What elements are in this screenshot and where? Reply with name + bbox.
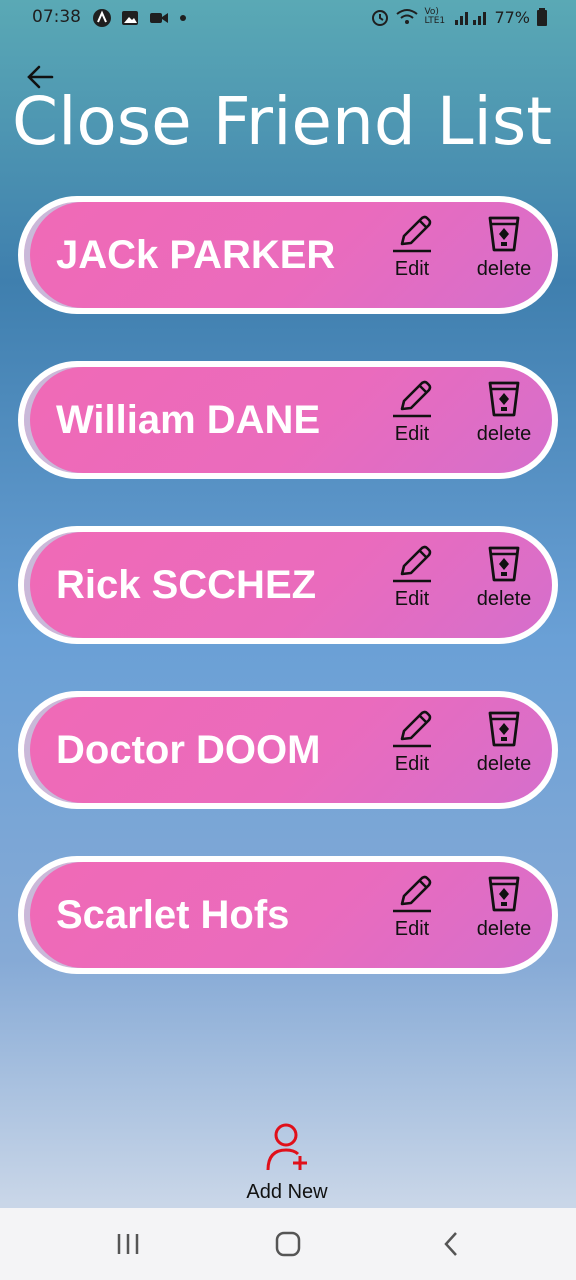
friend-card: William DANE Edit delete (18, 361, 558, 479)
recents-button[interactable] (108, 1228, 148, 1260)
delete-button[interactable]: delete (464, 544, 544, 628)
edit-label: Edit (394, 423, 430, 445)
edit-label: Edit (394, 918, 430, 940)
friend-card: Doctor DOOM Edit delete (18, 691, 558, 809)
add-new-label: Add New (246, 1181, 328, 1203)
friend-card: Scarlet Hofs Edit delete (18, 856, 558, 974)
delete-button[interactable]: delete (464, 379, 544, 463)
friend-name: JACk PARKER (56, 233, 336, 277)
edit-button[interactable]: Edit (372, 544, 452, 628)
delete-button[interactable]: delete (464, 214, 544, 298)
video-icon (150, 13, 168, 23)
delete-label: delete (476, 918, 532, 940)
gallery-icon (122, 11, 138, 25)
wifi-icon (396, 9, 419, 24)
network-label: Vo) LTE1 (424, 7, 446, 26)
battery-icon (537, 8, 547, 26)
status-time: 07:38 (32, 7, 81, 27)
trash-icon (488, 216, 520, 252)
edit-pencil-icon (393, 380, 432, 418)
nav-back-button[interactable] (430, 1228, 470, 1260)
delete-label: delete (476, 423, 532, 445)
trash-icon (488, 876, 520, 912)
signal-icon (455, 12, 487, 25)
delete-button[interactable]: delete (464, 874, 544, 958)
edit-button[interactable]: Edit (372, 874, 452, 958)
notification-icons (92, 8, 188, 28)
edit-pencil-icon (393, 545, 432, 583)
delete-label: delete (476, 753, 532, 775)
trash-icon (488, 381, 520, 417)
trash-icon (488, 711, 520, 747)
friend-name: Rick SCCHEZ (56, 563, 317, 607)
app-a-icon (93, 9, 111, 27)
friend-card: Rick SCCHEZ Edit delete (18, 526, 558, 644)
delete-label: delete (476, 588, 532, 610)
system-nav-bar (0, 1208, 576, 1280)
status-right: Vo) LTE1 77% (370, 7, 548, 27)
dot-icon (180, 15, 186, 21)
edit-button[interactable]: Edit (372, 709, 452, 793)
edit-label: Edit (394, 753, 430, 775)
friend-name: Scarlet Hofs (56, 893, 290, 937)
edit-pencil-icon (393, 710, 432, 748)
add-user-icon (266, 1123, 307, 1171)
friend-name: William DANE (56, 398, 321, 442)
add-new-button[interactable]: Add New (232, 1120, 342, 1204)
alarm-icon (372, 10, 389, 26)
friend-name: Doctor DOOM (56, 728, 321, 772)
battery-percent: 77% (494, 7, 530, 27)
edit-label: Edit (394, 258, 430, 280)
recents-icon (117, 1234, 139, 1254)
status-bar: 07:38 Vo) LTE1 77% (0, 0, 576, 36)
nav-back-icon (444, 1232, 457, 1256)
home-icon (275, 1231, 301, 1257)
edit-pencil-icon (393, 215, 432, 253)
edit-label: Edit (394, 588, 430, 610)
delete-button[interactable]: delete (464, 709, 544, 793)
edit-button[interactable]: Edit (372, 214, 452, 298)
friend-card: JACk PARKER Edit delete (18, 196, 558, 314)
trash-icon (488, 546, 520, 582)
home-button[interactable] (268, 1228, 308, 1260)
edit-pencil-icon (393, 875, 432, 913)
delete-label: delete (476, 258, 532, 280)
edit-button[interactable]: Edit (372, 379, 452, 463)
page-title: Close Friend List (12, 83, 553, 160)
